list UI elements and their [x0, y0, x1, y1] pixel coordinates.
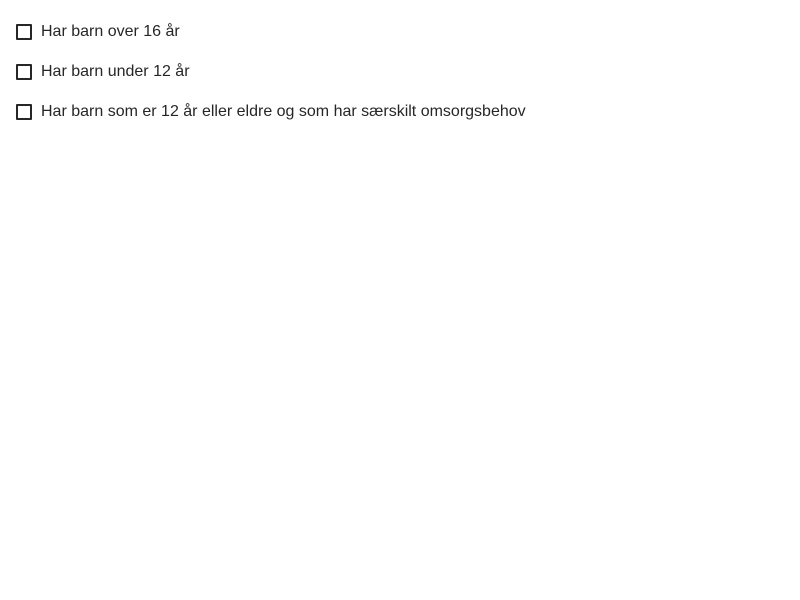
checkbox-box[interactable] — [16, 24, 32, 40]
checkbox-children-under-12[interactable]: Har barn under 12 år — [16, 62, 526, 82]
checkbox-box[interactable] — [16, 104, 32, 120]
checkbox-box[interactable] — [16, 64, 32, 80]
checkbox-label[interactable]: Har barn under 12 år — [41, 62, 190, 82]
checkbox-children-over-16[interactable]: Har barn over 16 år — [16, 22, 526, 42]
checkbox-group: Har barn over 16 år Har barn under 12 år… — [16, 22, 526, 142]
checkbox-children-special-care[interactable]: Har barn som er 12 år eller eldre og som… — [16, 102, 526, 122]
checkbox-label[interactable]: Har barn som er 12 år eller eldre og som… — [41, 102, 526, 122]
checkbox-label[interactable]: Har barn over 16 år — [41, 22, 180, 42]
